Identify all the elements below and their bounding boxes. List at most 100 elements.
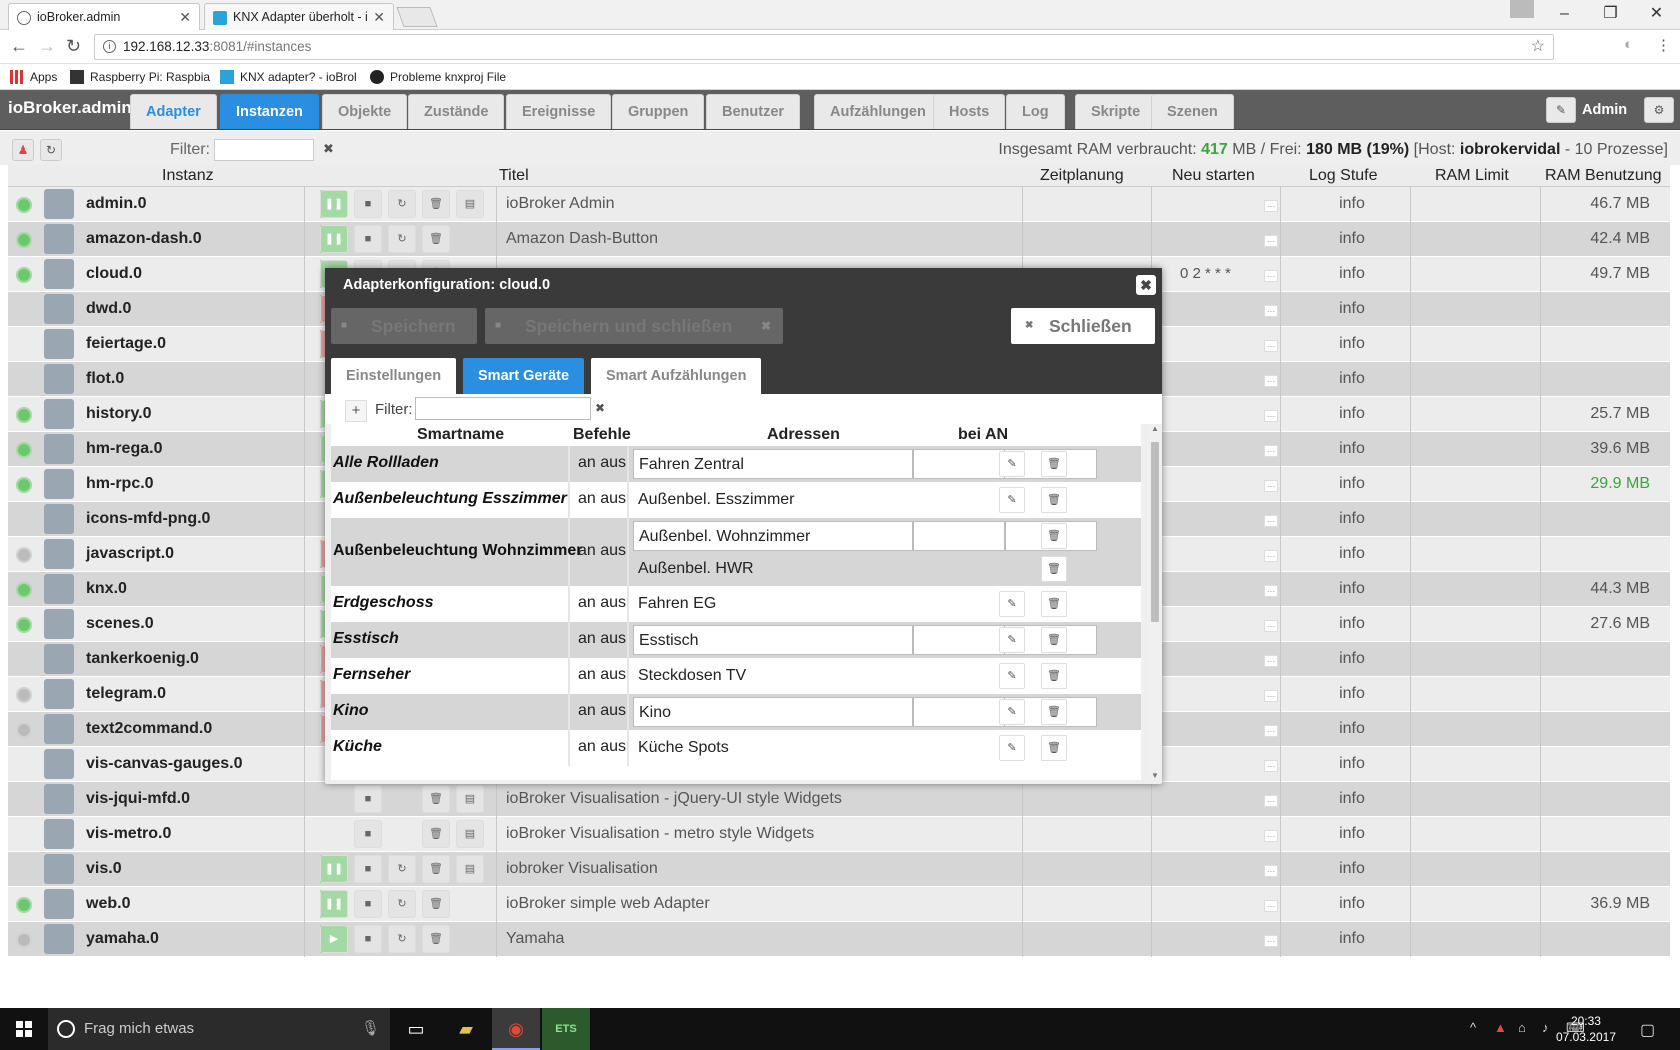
nav-tab-instanzen[interactable]: Instanzen bbox=[220, 94, 319, 129]
settings-button[interactable]: ■ bbox=[354, 190, 382, 218]
settings-button[interactable]: ■ bbox=[354, 925, 382, 953]
edit-restart-button[interactable]: … bbox=[1264, 935, 1278, 947]
delete-icon[interactable]: 🗑 bbox=[1041, 591, 1067, 617]
nav-tab-objekte[interactable]: Objekte bbox=[322, 94, 408, 129]
smart-address[interactable]: Fahren EG bbox=[633, 589, 913, 619]
instance-name[interactable]: hm-rega.0 bbox=[86, 440, 162, 458]
menu-icon[interactable]: ⋮ bbox=[1656, 36, 1671, 54]
instance-name[interactable]: history.0 bbox=[86, 405, 152, 423]
instance-name[interactable]: flot.0 bbox=[86, 370, 124, 388]
delete-button[interactable]: 🗑 bbox=[422, 855, 450, 883]
instance-name[interactable]: javascript.0 bbox=[86, 545, 174, 563]
restart-button[interactable]: ↻ bbox=[388, 855, 416, 883]
edit-restart-button[interactable]: … bbox=[1264, 690, 1278, 702]
browser-tab-knx[interactable]: KNX Adapter überholt - i ✕ bbox=[204, 3, 394, 30]
smart-name[interactable]: Fernseher bbox=[333, 666, 410, 684]
notifications-icon[interactable]: ▢ bbox=[1640, 1020, 1655, 1040]
smart-address[interactable]: Kino bbox=[633, 697, 913, 727]
tab-smart-aufzaehlungen[interactable]: Smart Aufzählungen bbox=[591, 358, 762, 394]
minimize-button[interactable]: – bbox=[1542, 0, 1587, 28]
edit-restart-button[interactable]: … bbox=[1264, 480, 1278, 492]
edit-restart-button[interactable]: … bbox=[1264, 795, 1278, 807]
instance-name[interactable]: cloud.0 bbox=[86, 265, 142, 283]
log-level[interactable]: info bbox=[1332, 580, 1372, 598]
pause-button[interactable]: ❚❚ bbox=[320, 225, 348, 253]
web-link-button[interactable]: ▤ bbox=[456, 820, 484, 848]
refresh-icon[interactable]: ↻ bbox=[40, 139, 62, 161]
settings-button[interactable]: ■ bbox=[354, 785, 382, 813]
instance-name[interactable]: web.0 bbox=[86, 895, 130, 913]
maximize-button[interactable]: ❐ bbox=[1588, 0, 1633, 28]
start-button[interactable]: ▶ bbox=[320, 925, 348, 953]
edit-icon[interactable]: ✎ bbox=[999, 663, 1025, 689]
nav-tab-gruppen[interactable]: Gruppen bbox=[612, 94, 705, 129]
delete-button[interactable]: 🗑 bbox=[422, 190, 450, 218]
edit-restart-button[interactable]: … bbox=[1264, 585, 1278, 597]
smart-address[interactable]: Küche Spots bbox=[633, 733, 913, 763]
scroll-up-icon[interactable]: ▲ bbox=[1151, 424, 1159, 433]
save-and-close-button[interactable]: ■ Speichern und schließen ✖ bbox=[485, 308, 783, 344]
nav-tab-adapter[interactable]: Adapter bbox=[130, 94, 217, 129]
file-explorer-icon[interactable]: ▰ bbox=[442, 1008, 490, 1050]
smart-address[interactable]: Esstisch bbox=[633, 625, 913, 655]
nav-tab-skripte[interactable]: Skripte bbox=[1075, 94, 1157, 129]
close-window-button[interactable]: ✕ bbox=[1634, 0, 1679, 28]
restart-button[interactable]: ↻ bbox=[388, 890, 416, 918]
instance-name[interactable]: amazon-dash.0 bbox=[86, 230, 202, 248]
col-instanz[interactable]: Instanz bbox=[162, 167, 214, 185]
log-level[interactable]: info bbox=[1332, 230, 1372, 248]
log-level[interactable]: info bbox=[1332, 615, 1372, 633]
instance-name[interactable]: dwd.0 bbox=[86, 300, 131, 318]
smart-name[interactable]: Kino bbox=[333, 702, 369, 720]
smart-name[interactable]: Esstisch bbox=[333, 630, 399, 648]
col-neu-starten[interactable]: Neu starten bbox=[1172, 167, 1255, 185]
info-icon[interactable]: i bbox=[103, 40, 116, 53]
new-tab-button[interactable] bbox=[396, 7, 438, 27]
smart-name[interactable]: Außenbeleuchtung Esszimmer bbox=[333, 490, 567, 508]
url-input[interactable]: i 192.168.12.33:8081/#instances ☆ bbox=[94, 34, 1554, 60]
scrollbar[interactable]: ▲ ▼ bbox=[1149, 424, 1161, 780]
col-zeitplanung[interactable]: Zeitplanung bbox=[1040, 167, 1124, 185]
network-icon[interactable]: ⌂ bbox=[1518, 1020, 1526, 1035]
nav-tab-szenen[interactable]: Szenen bbox=[1151, 94, 1234, 129]
delete-icon[interactable]: 🗑 bbox=[1041, 523, 1067, 549]
settings-button[interactable]: ■ bbox=[354, 890, 382, 918]
edit-icon[interactable]: ✎ bbox=[999, 627, 1025, 653]
log-level[interactable]: info bbox=[1332, 300, 1372, 318]
close-icon[interactable]: ✕ bbox=[179, 4, 191, 30]
edit-icon[interactable]: ✎ bbox=[999, 699, 1025, 725]
col-ram-limit[interactable]: RAM Limit bbox=[1435, 167, 1509, 185]
add-icon[interactable]: + bbox=[345, 400, 367, 422]
edit-icon[interactable]: ✎ bbox=[999, 451, 1025, 477]
log-level[interactable]: info bbox=[1332, 545, 1372, 563]
log-level[interactable]: info bbox=[1332, 895, 1372, 913]
on-value-input[interactable] bbox=[913, 625, 1005, 655]
instance-name[interactable]: yamaha.0 bbox=[86, 930, 159, 948]
log-level[interactable]: info bbox=[1332, 335, 1372, 353]
delete-icon[interactable]: 🗑 bbox=[1041, 556, 1067, 582]
edit-restart-button[interactable]: … bbox=[1264, 340, 1278, 352]
smart-address[interactable]: Außenbel. HWR bbox=[633, 554, 913, 584]
settings-button[interactable]: ■ bbox=[354, 820, 382, 848]
instance-name[interactable]: telegram.0 bbox=[86, 685, 166, 703]
profile-icon[interactable] bbox=[1510, 0, 1534, 18]
antivirus-icon[interactable]: ▲ bbox=[1494, 1020, 1507, 1035]
col-titel[interactable]: Titel bbox=[499, 167, 529, 185]
edit-restart-button[interactable]: … bbox=[1264, 655, 1278, 667]
instance-name[interactable]: vis-jqui-mfd.0 bbox=[86, 790, 190, 808]
close-icon[interactable]: ✕ bbox=[373, 4, 385, 30]
delete-icon[interactable]: 🗑 bbox=[1041, 487, 1067, 513]
smart-name[interactable]: Küche bbox=[333, 738, 382, 756]
on-value-input[interactable] bbox=[913, 521, 1005, 551]
schedule-value[interactable]: 0 2 * * * bbox=[1180, 265, 1231, 282]
ets-icon[interactable]: ETS bbox=[542, 1008, 590, 1050]
delete-icon[interactable]: 🗑 bbox=[1041, 663, 1067, 689]
edit-restart-button[interactable]: … bbox=[1264, 445, 1278, 457]
instance-name[interactable]: hm-rpc.0 bbox=[86, 475, 154, 493]
device-filter-input[interactable] bbox=[415, 397, 591, 420]
chrome-icon[interactable]: ◉ bbox=[492, 1008, 540, 1050]
clock[interactable]: 20:33 07.03.2017 bbox=[1556, 1013, 1616, 1045]
edit-restart-button[interactable]: … bbox=[1264, 550, 1278, 562]
delete-icon[interactable]: 🗑 bbox=[1041, 451, 1067, 477]
edit-restart-button[interactable]: … bbox=[1264, 410, 1278, 422]
